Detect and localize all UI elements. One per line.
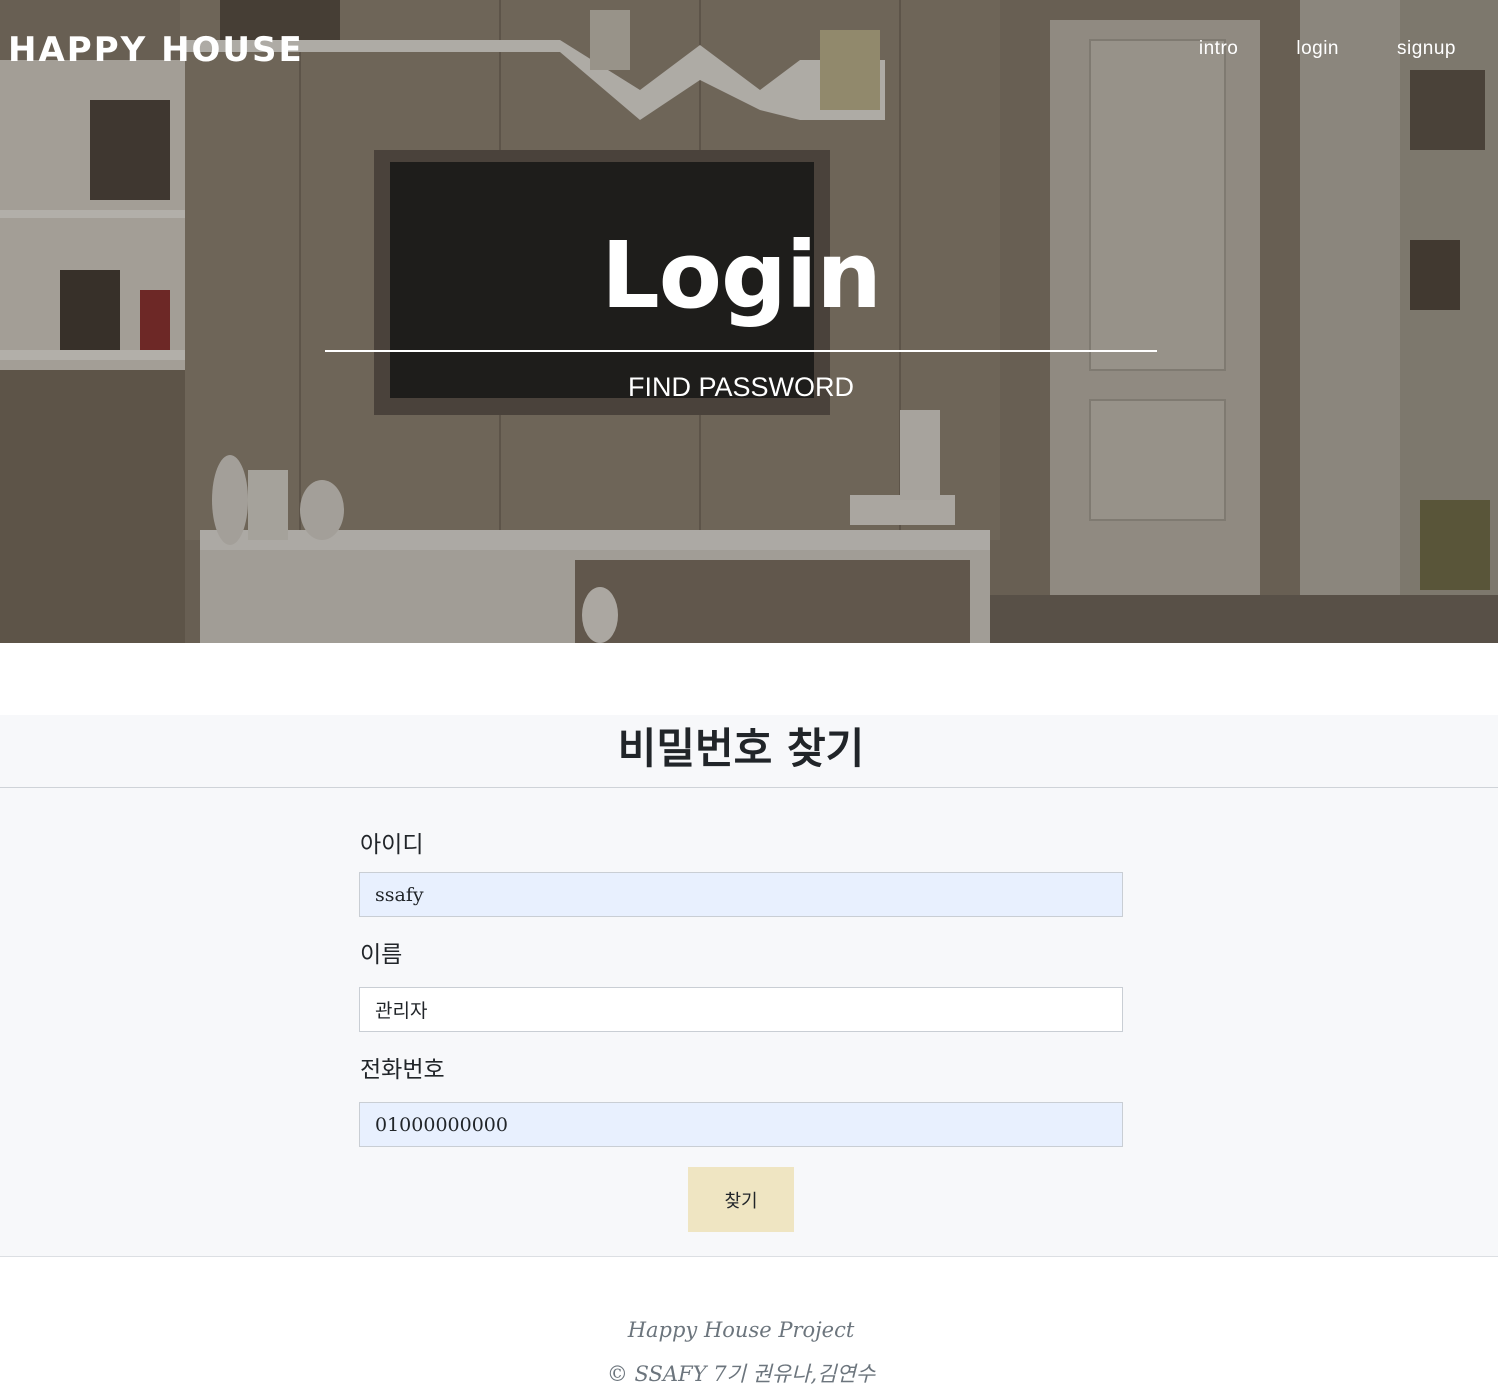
find-password-section: 비밀번호 찾기 아이디 이름 전화번호 찾기 (0, 715, 1498, 1257)
id-label: 아이디 (360, 832, 424, 858)
hero-title: Login (601, 222, 882, 329)
brand-logo[interactable]: HAPPY HOUSE (8, 30, 304, 70)
footer-project-name: Happy House Project (627, 1318, 855, 1342)
phone-label: 전화번호 (360, 1057, 445, 1083)
nav-link-login[interactable]: login (1296, 38, 1339, 60)
nav-link-signup[interactable]: signup (1397, 38, 1456, 60)
nav-link-intro[interactable]: intro (1199, 38, 1238, 60)
hero-divider (325, 350, 1157, 352)
hero-banner: HAPPY HOUSE intro login signup Login FIN… (0, 0, 1498, 643)
find-button[interactable]: 찾기 (688, 1167, 794, 1232)
footer-copyright: © SSAFY 7기 권유나,김연수 (606, 1362, 876, 1386)
phone-input[interactable] (359, 1102, 1123, 1147)
hero-subtitle: FIND PASSWORD (627, 372, 854, 402)
name-input[interactable] (359, 987, 1123, 1032)
form-title: 비밀번호 찾기 (617, 724, 865, 773)
form-header: 비밀번호 찾기 (0, 715, 1498, 788)
id-input[interactable] (359, 872, 1123, 917)
top-nav: intro login signup (1199, 38, 1456, 60)
name-label: 이름 (360, 942, 403, 968)
